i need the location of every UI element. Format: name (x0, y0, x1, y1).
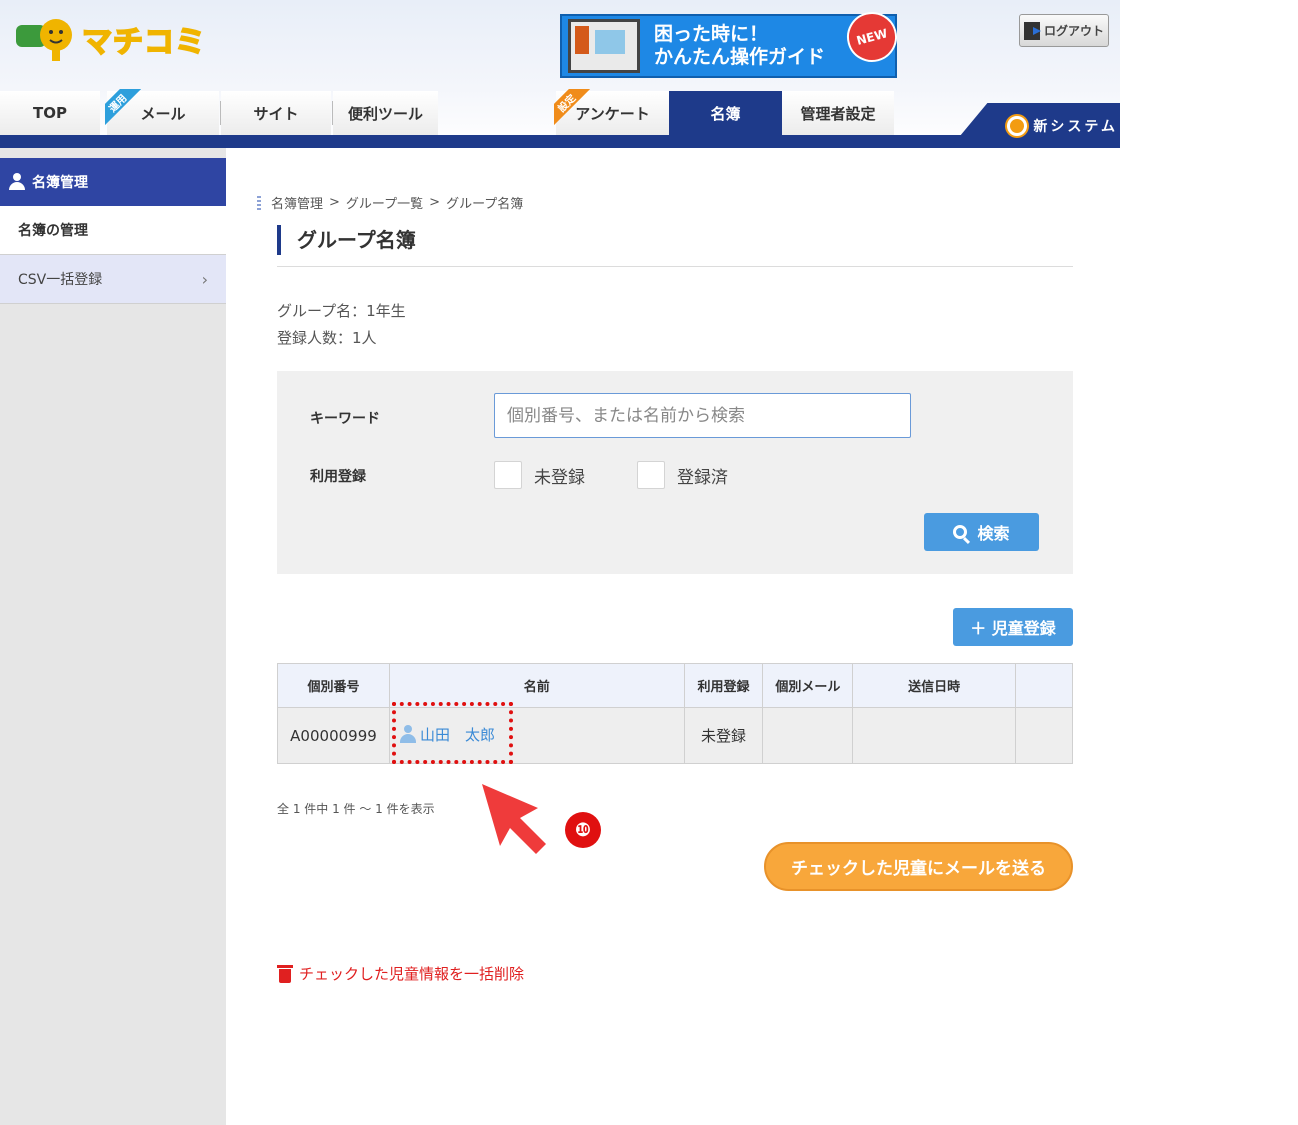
guide-banner[interactable]: 困った時に！ かんたん操作ガイド NEW (560, 6, 903, 78)
breadcrumb-item[interactable]: 名簿管理 (271, 193, 323, 212)
cell-status: 未登録 (683, 707, 764, 764)
tab-roster[interactable]: 名簿 (669, 91, 782, 135)
search-button-label: 検索 (977, 524, 1010, 543)
sidebar-item-roster-management[interactable]: 名簿の管理 (0, 206, 226, 255)
step-number-badge: ❿ (565, 812, 601, 848)
monitor-icon (568, 19, 640, 73)
header: マチコミ 困った時に！ かんたん操作ガイド NEW ログアウト TOP 運用 メ… (0, 0, 1120, 148)
bulk-delete-link[interactable]: チェックした児童情報を一括削除 (277, 963, 524, 984)
breadcrumb-separator: > (429, 195, 441, 210)
keyword-input[interactable] (494, 393, 911, 438)
member-count: 登録人数：1人 (277, 329, 377, 347)
app-root: マチコミ 困った時に！ かんたん操作ガイド NEW ログアウト TOP 運用 メ… (0, 0, 1298, 1125)
column-header: 利用登録 (683, 663, 764, 708)
tab-top[interactable]: TOP (0, 91, 100, 135)
ribbon-settings: 設定 (554, 89, 590, 125)
search-button[interactable]: 検索 (924, 513, 1039, 551)
tab-tools-label: 便利ツール (347, 104, 423, 123)
tab-survey[interactable]: 設定 アンケート (554, 89, 669, 135)
search-panel: キーワード 利用登録 未登録 登録済 検索 (277, 371, 1073, 574)
logout-label: ログアウト (1043, 24, 1104, 38)
student-name-link[interactable]: 山田 太郎 (399, 724, 495, 745)
group-name: グループ名：1年生 (277, 302, 406, 320)
logout-button[interactable]: ログアウト (1019, 14, 1109, 47)
pointer-arrow-icon (482, 784, 546, 854)
table-header-row: 個別番号 名前 利用登録 個別メール 送信日時 (277, 663, 1073, 708)
checkbox-label: 登録済 (677, 467, 728, 488)
logo-text: マチコミ (81, 24, 206, 61)
sidebar-heading-label: 名簿管理 (32, 175, 88, 191)
breadcrumb-item[interactable]: グループ一覧 (346, 193, 423, 212)
cell-id: A00000999 (277, 707, 390, 764)
new-system-link[interactable]: 新システム (950, 103, 1120, 148)
sidebar-heading: 名簿管理 (0, 158, 226, 206)
guide-line2: かんたん操作ガイド (654, 46, 826, 68)
person-icon (399, 725, 416, 744)
bulk-delete-label: チェックした児童情報を一括削除 (299, 965, 525, 983)
tab-site[interactable]: サイト (221, 91, 331, 135)
checkbox-box[interactable] (637, 461, 665, 489)
add-student-button[interactable]: ＋ 児童登録 (953, 608, 1073, 646)
tab-top-label: TOP (33, 104, 67, 122)
tab-tools[interactable]: 便利ツール (333, 91, 438, 135)
main-nav: TOP 運用 メール サイト 便利ツール 設定 アンケート 名簿 管理者設定 新… (0, 89, 1120, 148)
checkbox-box[interactable] (494, 461, 522, 489)
breadcrumb-separator: > (329, 195, 340, 210)
tab-roster-label: 名簿 (710, 104, 741, 123)
logo[interactable]: マチコミ (14, 14, 206, 64)
ribbon-operation: 運用 (105, 89, 141, 125)
tab-admin-settings-label: 管理者設定 (800, 104, 876, 123)
unregistered-checkbox[interactable]: 未登録 (494, 461, 585, 489)
breadcrumb: 名簿管理 > グループ一覧 > グループ名簿 (257, 193, 523, 212)
send-mail-button[interactable]: チェックした児童にメールを送る (764, 842, 1073, 891)
sidebar-item-csv-import[interactable]: CSV一括登録 › (0, 255, 226, 304)
keyword-label: キーワード (310, 411, 380, 427)
breadcrumb-icon (257, 195, 261, 210)
result-count: 全 1 件中 1 件 ～ 1 件を表示 (277, 802, 435, 816)
cell-extra (1015, 707, 1073, 764)
sidebar-item-label: 名簿の管理 (18, 223, 88, 239)
logout-icon (1023, 21, 1041, 40)
column-header: 送信日時 (852, 663, 1017, 708)
cell-mail (762, 707, 854, 764)
tab-mail[interactable]: 運用 メール (105, 89, 219, 135)
registration-label: 利用登録 (310, 469, 366, 485)
column-header (1015, 663, 1073, 708)
sidebar-item-label: CSV一括登録 (18, 272, 103, 288)
registered-checkbox[interactable]: 登録済 (637, 461, 728, 489)
person-icon (8, 173, 26, 191)
tab-mail-label: メール (140, 104, 186, 123)
chevron-right-icon: › (201, 269, 208, 289)
table-row: A00000999 山田 太郎 未登録 (277, 702, 1073, 764)
logo-icon (16, 19, 72, 61)
column-header: 個別メール (762, 663, 854, 708)
breadcrumb-item-current: グループ名簿 (446, 197, 524, 212)
guide-line1: 困った時に！ (654, 23, 769, 45)
sidebar: 名簿管理 名簿の管理 CSV一括登録 › (0, 148, 226, 1125)
new-system-label: 新システム (1033, 118, 1118, 135)
student-name: 山田 太郎 (419, 725, 495, 744)
trash-icon (277, 964, 293, 983)
tab-admin-settings[interactable]: 管理者設定 (782, 91, 894, 135)
page-title: グループ名簿 (277, 225, 416, 255)
cell-name: 山田 太郎 (388, 702, 685, 764)
search-icon (953, 525, 968, 539)
new-badge: NEW (841, 6, 903, 68)
divider (277, 266, 1073, 267)
column-header: 個別番号 (277, 663, 390, 708)
checkbox-label: 未登録 (534, 467, 585, 488)
tab-site-label: サイト (253, 104, 299, 123)
roster-table: 個別番号 名前 利用登録 個別メール 送信日時 A00000999 山田 太郎 (277, 663, 1073, 764)
column-header: 名前 (388, 663, 685, 708)
gear-icon (1007, 115, 1028, 136)
cell-sent (852, 707, 1017, 764)
